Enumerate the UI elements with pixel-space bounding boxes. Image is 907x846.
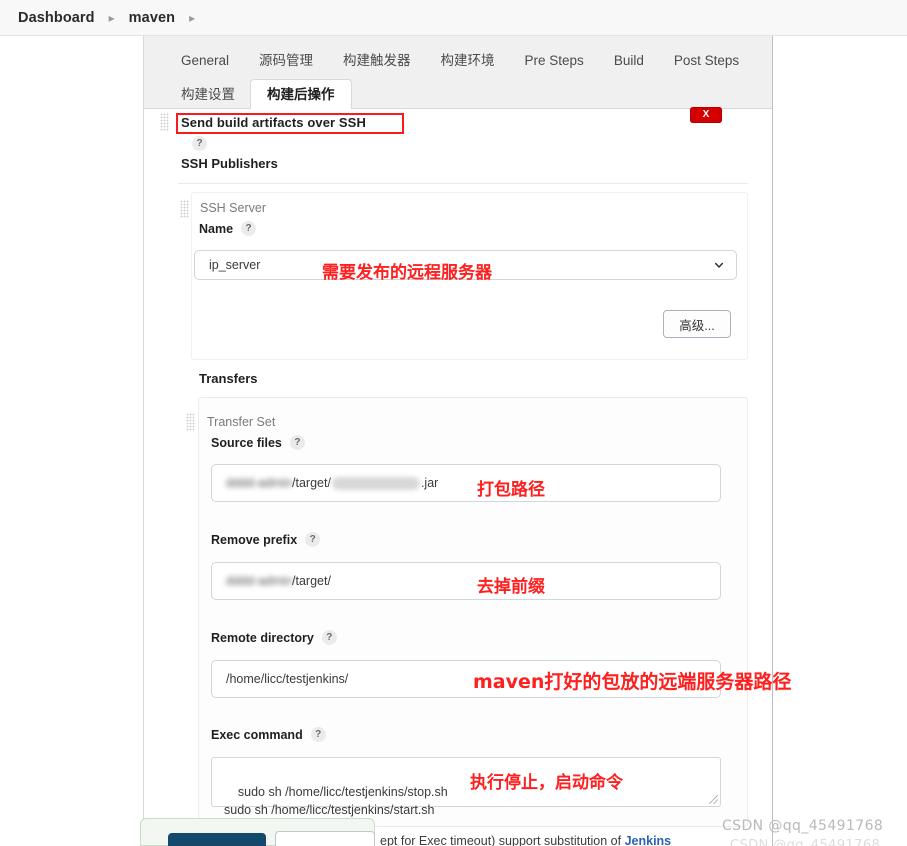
ssh-server-name-value: ip_server (209, 258, 261, 272)
apply-button[interactable] (275, 831, 375, 846)
ssh-publishers-heading: SSH Publishers (181, 156, 278, 171)
publisher-close-button[interactable]: X (690, 107, 722, 123)
publisher-help-icon[interactable]: ? (192, 136, 207, 151)
breadcrumb-item-maven[interactable]: maven (129, 10, 175, 26)
remove-prefix-help-icon[interactable]: ? (305, 532, 321, 547)
footer-help-text: ept for Exec timeout) support substituti… (380, 834, 671, 846)
annotation-package-path: 打包路径 (477, 480, 545, 500)
textarea-resize-handle-icon[interactable] (709, 795, 718, 804)
exec-command-help-icon[interactable]: ? (310, 727, 326, 742)
source-files-label: Source files (211, 435, 282, 450)
tab-build-environment[interactable]: 构建环境 (426, 46, 510, 78)
source-files-value-visible-1: /target/ (292, 476, 331, 490)
tab-build-settings[interactable]: 构建设置 (166, 80, 250, 112)
breadcrumb-separator-icon: ▸ (108, 10, 115, 25)
annotation-remote-server: 需要发布的远程服务器 (322, 263, 492, 283)
chevron-down-icon (714, 262, 724, 268)
ssh-server-name-help-icon[interactable]: ? (241, 221, 257, 236)
ssh-server-name-labelrow: Name ? (199, 221, 257, 236)
config-tabrow-1: General 源码管理 构建触发器 构建环境 Pre Steps Build … (144, 44, 772, 78)
breadcrumb-item-dashboard[interactable]: Dashboard (18, 10, 95, 26)
annotation-remove-prefix: 去掉前缀 (477, 577, 545, 597)
remove-prefix-input[interactable]: dddd-admin/target/ (211, 562, 721, 600)
tab-build-triggers[interactable]: 构建触发器 (328, 46, 426, 78)
remove-prefix-labelrow: Remove prefix ? (211, 532, 321, 547)
annotation-remote-directory: maven打好的包放的远端服务器路径 (473, 671, 792, 693)
tab-post-steps[interactable]: Post Steps (659, 46, 754, 78)
ssh-server-group-label: SSH Server (200, 201, 266, 215)
transfer-set-label: Transfer Set (207, 415, 276, 429)
source-files-labelrow: Source files ? (211, 435, 305, 450)
tab-pre-steps[interactable]: Pre Steps (510, 46, 599, 78)
tab-build[interactable]: Build (599, 46, 659, 78)
drag-grip-ssh-server[interactable] (180, 200, 189, 218)
drag-grip-publisher[interactable] (160, 113, 169, 131)
remote-directory-value: /home/licc/testjenkins/ (226, 672, 349, 686)
watermark-csdn-2: CSDN @qq_45491768 (730, 838, 881, 846)
remove-prefix-value-visible: /target/ (292, 574, 331, 588)
save-button[interactable] (168, 833, 266, 846)
tab-post-build-actions[interactable]: 构建后操作 (250, 78, 352, 113)
source-files-value-visible-2: .jar (420, 476, 439, 490)
config-tabrow-2: 构建设置 构建后操作 (144, 78, 772, 113)
remote-directory-help-icon[interactable]: ? (321, 630, 337, 645)
tab-source-code-management[interactable]: 源码管理 (244, 46, 328, 78)
divider-publisher (178, 183, 748, 184)
exec-command-textarea[interactable]: sudo sh /home/licc/testjenkins/stop.sh s… (211, 757, 721, 817)
transfers-heading: Transfers (199, 371, 258, 386)
config-tabbar: General 源码管理 构建触发器 构建环境 Pre Steps Build … (144, 36, 772, 113)
screenshot-root: Dashboard ▸ maven ▸ General 源码管理 构建触发器 构… (0, 0, 907, 846)
advanced-button[interactable]: 高级... (663, 310, 731, 338)
exec-command-value: sudo sh /home/licc/testjenkins/stop.sh s… (224, 785, 448, 818)
source-files-help-icon[interactable]: ? (289, 435, 305, 450)
publisher-title: Send build artifacts over SSH (181, 115, 366, 130)
remote-directory-labelrow: Remote directory ? (211, 630, 337, 645)
ssh-server-name-label: Name (199, 221, 234, 236)
exec-command-labelrow: Exec command ? (211, 727, 326, 742)
watermark-csdn: CSDN @qq_45491768 (722, 818, 884, 834)
breadcrumb: Dashboard ▸ maven ▸ (0, 0, 907, 36)
source-files-value-redacted: dddd-admin (226, 476, 293, 490)
remove-prefix-value-redacted: dddd-admin (226, 574, 293, 588)
annotation-exec-command: 执行停止，启动命令 (470, 773, 623, 793)
remote-directory-label: Remote directory (211, 630, 314, 645)
breadcrumb-separator-icon-2: ▸ (189, 10, 196, 25)
drag-grip-transfer-set[interactable] (186, 413, 195, 431)
remove-prefix-label: Remove prefix (211, 532, 298, 547)
exec-command-label: Exec command (211, 727, 303, 742)
source-files-input[interactable]: dddd-admin/target/ .jar (211, 464, 721, 502)
source-files-value-redacted-2 (331, 476, 420, 490)
footer-help-text-prefix: ept for Exec timeout) support substituti… (380, 834, 625, 846)
tab-general[interactable]: General (166, 46, 244, 78)
footer-help-link[interactable]: Jenkins (625, 834, 672, 846)
